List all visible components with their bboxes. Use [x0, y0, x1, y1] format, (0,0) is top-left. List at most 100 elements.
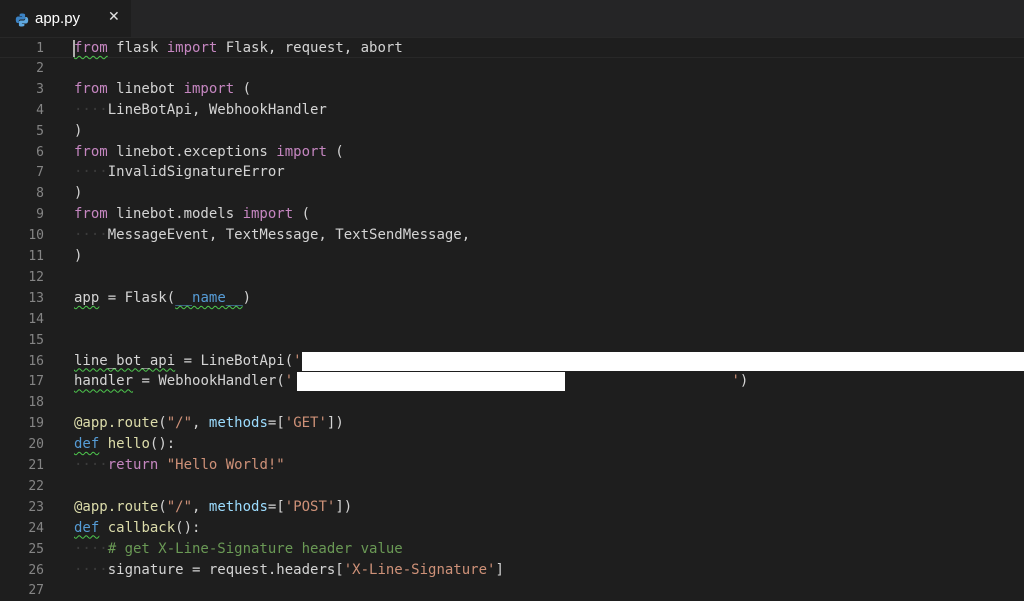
line-number: 8 [36, 186, 44, 202]
code-line[interactable]: 15 [0, 330, 1024, 351]
code-line[interactable]: 22 [0, 476, 1024, 497]
line-number: 19 [28, 416, 44, 432]
code-line[interactable]: 1 from flask import Flask, request, abort [0, 37, 1024, 58]
line-number: 14 [28, 311, 44, 327]
line-number: 10 [28, 228, 44, 244]
line-number: 2 [36, 60, 44, 76]
code-token: return [107, 457, 159, 473]
code-token: ···· [74, 101, 108, 118]
close-icon[interactable]: ✕ [108, 9, 120, 25]
line-number: 9 [36, 207, 44, 223]
code-token: ]) [335, 498, 353, 515]
code-line[interactable]: 24 def callback(): [0, 518, 1024, 539]
code-line[interactable]: 12 [0, 267, 1024, 288]
line-number: 13 [28, 290, 44, 306]
code-line[interactable]: 9 from linebot.models import ( [0, 204, 1024, 225]
code-token: def [74, 519, 100, 536]
code-line[interactable]: 17 handler = WebhookHandler(' ') [0, 371, 1024, 392]
code-token: ···· [74, 227, 108, 244]
code-text: ····signature = request.headers['X-Line-… [74, 560, 504, 581]
line-number: 17 [28, 374, 44, 390]
code-line[interactable]: 7 ····InvalidSignatureError [0, 162, 1024, 183]
code-text: ) [74, 246, 82, 267]
code-token: handler [74, 373, 134, 390]
code-line[interactable]: 25 ····# get X-Line-Signature header valu… [0, 539, 1024, 560]
code-token: =[ [267, 498, 285, 515]
code-text: app = Flask(__name__) [74, 288, 251, 309]
code-text: def callback(): [74, 518, 200, 539]
code-token: methods [208, 415, 268, 432]
code-token: ( [234, 80, 252, 97]
code-token: import [166, 40, 218, 56]
line-number: 4 [36, 102, 44, 118]
code-text: ····# get X-Line-Signature header value [74, 539, 403, 560]
code-token: InvalidSignatureError [107, 164, 285, 181]
code-token: ( [158, 498, 167, 515]
line-number: 16 [28, 353, 44, 369]
code-token: callback [107, 519, 176, 536]
code-token: @app.route [74, 498, 159, 515]
code-token: (): [149, 436, 176, 453]
code-token: def [74, 436, 100, 453]
line-number: 21 [28, 458, 44, 473]
code-token: linebot.exceptions [107, 143, 277, 160]
code-line[interactable]: 26 ····signature = request.headers['X-Lin… [0, 560, 1024, 581]
code-token: signature [107, 561, 184, 578]
code-token: = [183, 561, 209, 578]
line-number: 12 [28, 269, 44, 285]
code-text: ) [74, 183, 82, 204]
code-token: flask [107, 40, 167, 56]
code-token: from [74, 143, 108, 160]
code-token: ( [326, 143, 344, 160]
code-token: ···· [74, 457, 108, 473]
code-token: = [133, 373, 159, 390]
code-token: ) [242, 289, 252, 306]
code-line[interactable]: 19 @app.route("/", methods=['GET']) [0, 413, 1024, 434]
code-token: import [242, 206, 294, 223]
code-line[interactable]: 10 ····MessageEvent, TextMessage, TextSen… [0, 225, 1024, 246]
code-line[interactable]: 8) [0, 183, 1024, 204]
code-token: LineBotApi, WebhookHandler [107, 101, 327, 118]
code-line[interactable]: 2 [0, 58, 1024, 79]
code-editor[interactable]: 1 from flask import Flask, request, abort… [0, 37, 1024, 598]
code-token: =[ [267, 415, 285, 432]
code-line[interactable]: 11) [0, 246, 1024, 267]
redaction-box [297, 372, 565, 392]
code-line[interactable]: 20 def hello(): [0, 434, 1024, 455]
code-text: ····InvalidSignatureError [74, 162, 285, 183]
code-token: ···· [74, 561, 108, 578]
code-token: WebhookHandler( [158, 373, 285, 390]
code-text: ····LineBotApi, WebhookHandler [74, 100, 327, 121]
code-line[interactable]: 4 ····LineBotApi, WebhookHandler [0, 100, 1024, 121]
code-line[interactable]: 13 app = Flask(__name__) [0, 288, 1024, 309]
code-token: 'X-Line-Signature' [343, 561, 496, 578]
code-line[interactable]: 6 from linebot.exceptions import ( [0, 142, 1024, 163]
code-text: ) [74, 121, 82, 142]
code-token: request.headers[ [208, 561, 344, 578]
code-line[interactable]: 21 ····return "Hello World!" [0, 455, 1024, 476]
code-token: ' [731, 373, 740, 390]
code-text: line_bot_api = LineBotApi(' [74, 351, 302, 372]
code-line[interactable]: 16 line_bot_api = LineBotApi(' [0, 351, 1024, 372]
tab-app-py[interactable]: app.py ✕ [0, 0, 131, 38]
code-text: @app.route("/", methods=['GET']) [74, 413, 344, 434]
code-token: "Hello World!" [166, 457, 285, 473]
code-line[interactable]: 18 [0, 392, 1024, 413]
code-token: line_bot_api [74, 352, 176, 369]
code-token: from [74, 206, 108, 223]
code-token: linebot [107, 80, 184, 97]
code-token: @app.route [74, 415, 159, 432]
line-number: 15 [28, 332, 44, 348]
code-line[interactable]: 3 from linebot import ( [0, 79, 1024, 100]
code-token: app [74, 289, 100, 306]
code-line[interactable]: 5) [0, 121, 1024, 142]
code-line[interactable]: 27 [0, 580, 1024, 601]
code-line[interactable]: 23 @app.route("/", methods=['POST']) [0, 497, 1024, 518]
line-number: 22 [28, 478, 44, 494]
code-token: ( [166, 289, 176, 306]
code-token: from [74, 80, 108, 97]
line-number: 23 [28, 499, 44, 515]
code-line[interactable]: 14 [0, 309, 1024, 330]
